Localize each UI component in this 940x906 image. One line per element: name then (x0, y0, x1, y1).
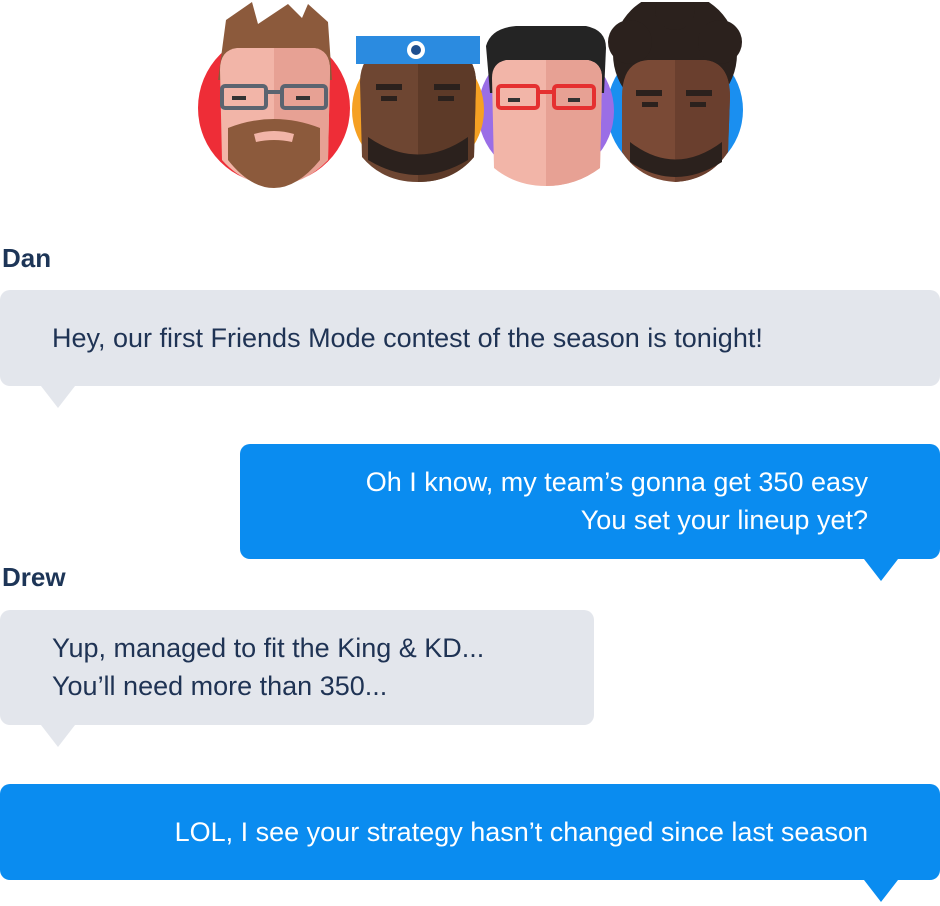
message-text-line-1: Oh I know, my team’s gonna get 350 easy (365, 467, 868, 497)
message-bubble-incoming: Yup, managed to fit the King & KD... You… (0, 610, 594, 725)
message-bubble-incoming: Hey, our first Friends Mode contest of t… (0, 290, 940, 386)
avatar-red-glasses-icon (478, 26, 614, 186)
message-text: Hey, our first Friends Mode contest of t… (52, 323, 763, 353)
bubble-tail (41, 386, 75, 408)
message-text-line-2: You set your lineup yet? (580, 505, 868, 535)
avatar-bearded-glasses-icon (198, 2, 350, 188)
message-bubble-outgoing: Oh I know, my team’s gonna get 350 easy … (240, 444, 940, 559)
sender-name-drew: Drew (2, 562, 66, 592)
message-text-line-1: Yup, managed to fit the King & KD... (52, 633, 485, 663)
bubble-tail (41, 725, 75, 747)
participant-avatars (0, 0, 940, 200)
message-bubble-outgoing: LOL, I see your strategy hasn’t changed … (0, 784, 940, 880)
bubble-tail (864, 559, 898, 581)
bubble-tail (864, 880, 898, 902)
avatar-headband-icon (352, 36, 484, 182)
message-text-line-2: You’ll need more than 350... (52, 671, 388, 701)
message-text: LOL, I see your strategy hasn’t changed … (174, 817, 868, 847)
sender-name-dan: Dan (2, 243, 52, 273)
